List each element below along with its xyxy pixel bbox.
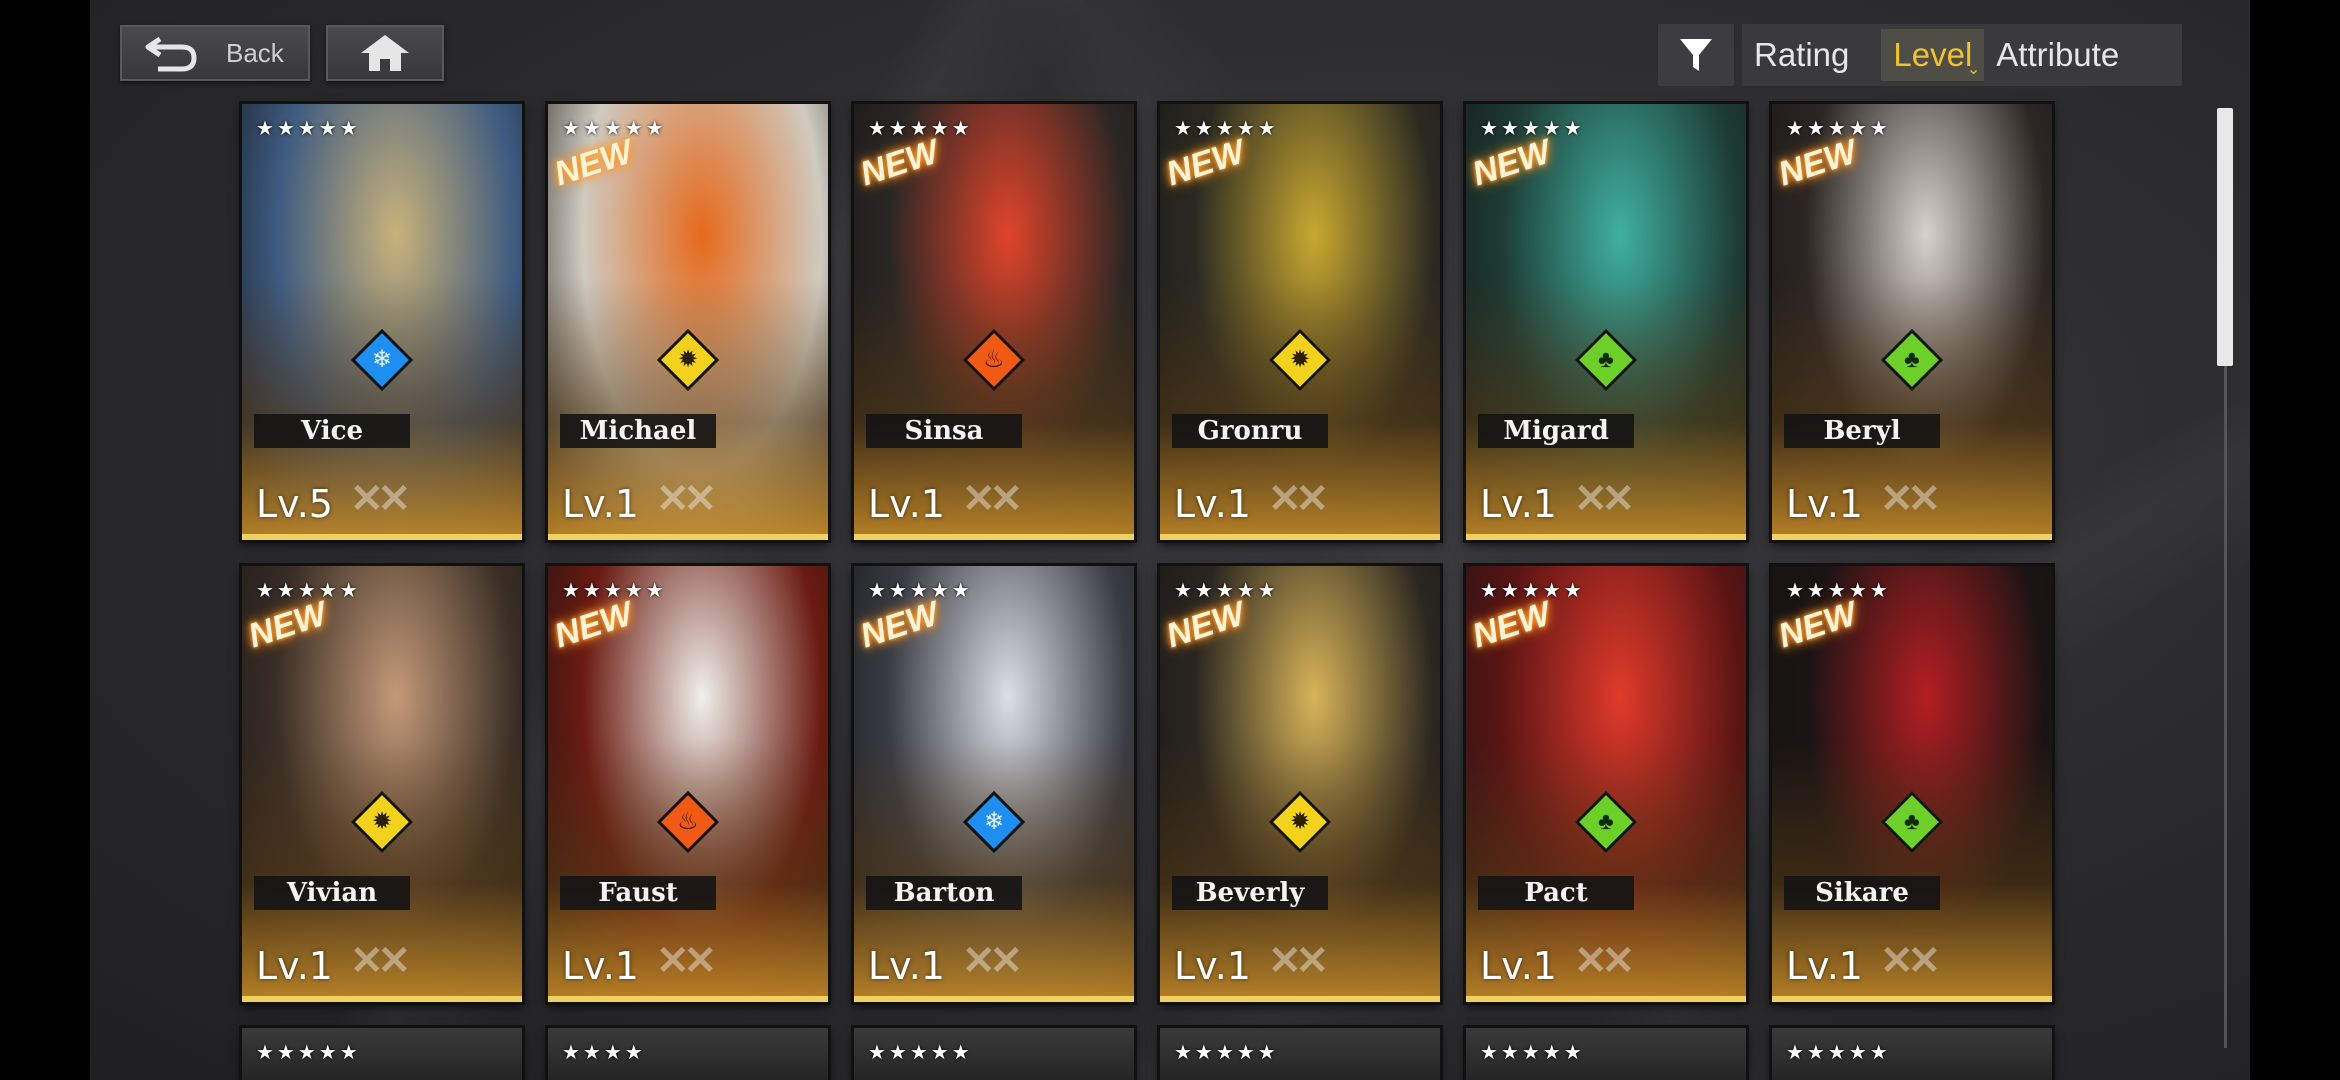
rank-icon: ✕✕	[1268, 939, 1329, 983]
character-card[interactable]: ★★★★★ ❄ Vice Lv.5 ✕✕	[242, 104, 522, 540]
back-arrow-icon	[145, 36, 197, 72]
scroll-thumb[interactable]	[2217, 108, 2233, 366]
character-card[interactable]: ★★★★★ NEW ♨ Faust Lv.1 ✕✕	[548, 566, 828, 1002]
character-level: Lv.1	[1480, 944, 1557, 988]
character-list-screen: Back Rating Level ⌄ Attribute ★★★★★ ❄ Vice L…	[90, 0, 2250, 1080]
tab-level[interactable]: Level ⌄	[1881, 29, 1985, 81]
rank-icon: ✕✕	[350, 477, 411, 521]
character-name: Gronru	[1172, 414, 1328, 448]
list-scrollbar[interactable]	[2215, 108, 2235, 1048]
character-name: Barton	[866, 876, 1022, 910]
character-name: Migard	[1478, 414, 1634, 448]
character-card[interactable]: ★★★★★ NEW ✹ Michael Lv.1 ✕✕	[548, 104, 828, 540]
character-card[interactable]: ★★★★★ NEW ♣ Beryl Lv.1 ✕✕	[1772, 104, 2052, 540]
card-bottom-strip	[1772, 996, 2052, 1002]
character-level: Lv.1	[1786, 944, 1863, 988]
rank-icon: ✕✕	[962, 477, 1023, 521]
card-bottom-strip	[1466, 534, 1746, 540]
character-card-partial[interactable]: ★★★★★	[1160, 1028, 1440, 1080]
character-card[interactable]: ★★★★★ NEW ❄ Barton Lv.1 ✕✕	[854, 566, 1134, 1002]
character-card[interactable]: ★★★★★ NEW ♨ Sinsa Lv.1 ✕✕	[854, 104, 1134, 540]
character-card-partial[interactable]: ★★★★	[548, 1028, 828, 1080]
character-level: Lv.1	[256, 944, 333, 988]
character-card[interactable]: ★★★★★ NEW ✹ Beverly Lv.1 ✕✕	[1160, 566, 1440, 1002]
rank-icon: ✕✕	[1574, 939, 1635, 983]
character-card[interactable]: ★★★★★ NEW ♣ Sikare Lv.1 ✕✕	[1772, 566, 2052, 1002]
card-bottom-strip	[1160, 534, 1440, 540]
character-card-partial[interactable]: ★★★★★	[1772, 1028, 2052, 1080]
character-name: Sinsa	[866, 414, 1022, 448]
character-level: Lv.1	[1480, 482, 1557, 526]
back-button[interactable]: Back	[120, 25, 310, 81]
card-bottom-strip	[548, 534, 828, 540]
rarity-stars: ★★★★★	[1786, 1042, 1891, 1064]
character-name: Faust	[560, 876, 716, 910]
rank-icon: ✕✕	[1880, 477, 1941, 521]
rank-icon: ✕✕	[656, 939, 717, 983]
rank-icon: ✕✕	[350, 939, 411, 983]
home-icon	[361, 35, 409, 71]
character-name: Vice	[254, 414, 410, 448]
rank-icon: ✕✕	[656, 477, 717, 521]
tab-rating[interactable]: Rating	[1742, 29, 1861, 81]
character-name: Michael	[560, 414, 716, 448]
card-bottom-strip	[242, 996, 522, 1002]
back-label: Back	[226, 37, 284, 68]
rarity-stars: ★★★★★	[868, 1042, 973, 1064]
card-bottom-strip	[854, 996, 1134, 1002]
character-card-partial[interactable]: ★★★★★	[854, 1028, 1134, 1080]
rank-icon: ✕✕	[1574, 477, 1635, 521]
home-button[interactable]	[326, 25, 444, 81]
sort-tabs: Rating Level ⌄ Attribute	[1742, 24, 2182, 86]
tab-attribute[interactable]: Attribute	[1984, 29, 2131, 81]
filter-button[interactable]	[1658, 24, 1734, 86]
character-card[interactable]: ★★★★★ NEW ♣ Migard Lv.1 ✕✕	[1466, 104, 1746, 540]
character-level: Lv.1	[562, 482, 639, 526]
card-bottom-strip	[854, 534, 1134, 540]
rarity-stars: ★★★★★	[1174, 1042, 1279, 1064]
character-name: Beverly	[1172, 876, 1328, 910]
filter-funnel-icon	[1680, 39, 1712, 71]
rarity-stars: ★★★★	[562, 1042, 646, 1064]
character-card[interactable]: ★★★★★ NEW ✹ Gronru Lv.1 ✕✕	[1160, 104, 1440, 540]
character-level: Lv.1	[1174, 944, 1251, 988]
card-bottom-strip	[1466, 996, 1746, 1002]
rarity-stars: ★★★★★	[256, 118, 361, 140]
character-level: Lv.5	[256, 482, 333, 526]
rank-icon: ✕✕	[1880, 939, 1941, 983]
character-card-partial[interactable]: ★★★★★	[1466, 1028, 1746, 1080]
character-card[interactable]: ★★★★★ NEW ✹ Vivian Lv.1 ✕✕	[242, 566, 522, 1002]
character-card[interactable]: ★★★★★ NEW ♣ Pact Lv.1 ✕✕	[1466, 566, 1746, 1002]
rarity-stars: ★★★★★	[256, 1042, 361, 1064]
card-bottom-strip	[548, 996, 828, 1002]
character-card-partial[interactable]: ★★★★★	[242, 1028, 522, 1080]
character-name: Pact	[1478, 876, 1634, 910]
character-level: Lv.1	[1786, 482, 1863, 526]
character-level: Lv.1	[868, 944, 945, 988]
rank-icon: ✕✕	[1268, 477, 1329, 521]
rarity-stars: ★★★★★	[1480, 1042, 1585, 1064]
character-name: Vivian	[254, 876, 410, 910]
character-level: Lv.1	[562, 944, 639, 988]
character-name: Beryl	[1784, 414, 1940, 448]
character-level: Lv.1	[1174, 482, 1251, 526]
sort-direction-icon: ⌄	[1966, 61, 1981, 78]
character-level: Lv.1	[868, 482, 945, 526]
character-portrait	[242, 104, 522, 540]
card-bottom-strip	[242, 534, 522, 540]
rank-icon: ✕✕	[962, 939, 1023, 983]
card-bottom-strip	[1772, 534, 2052, 540]
card-bottom-strip	[1160, 996, 1440, 1002]
character-name: Sikare	[1784, 876, 1940, 910]
